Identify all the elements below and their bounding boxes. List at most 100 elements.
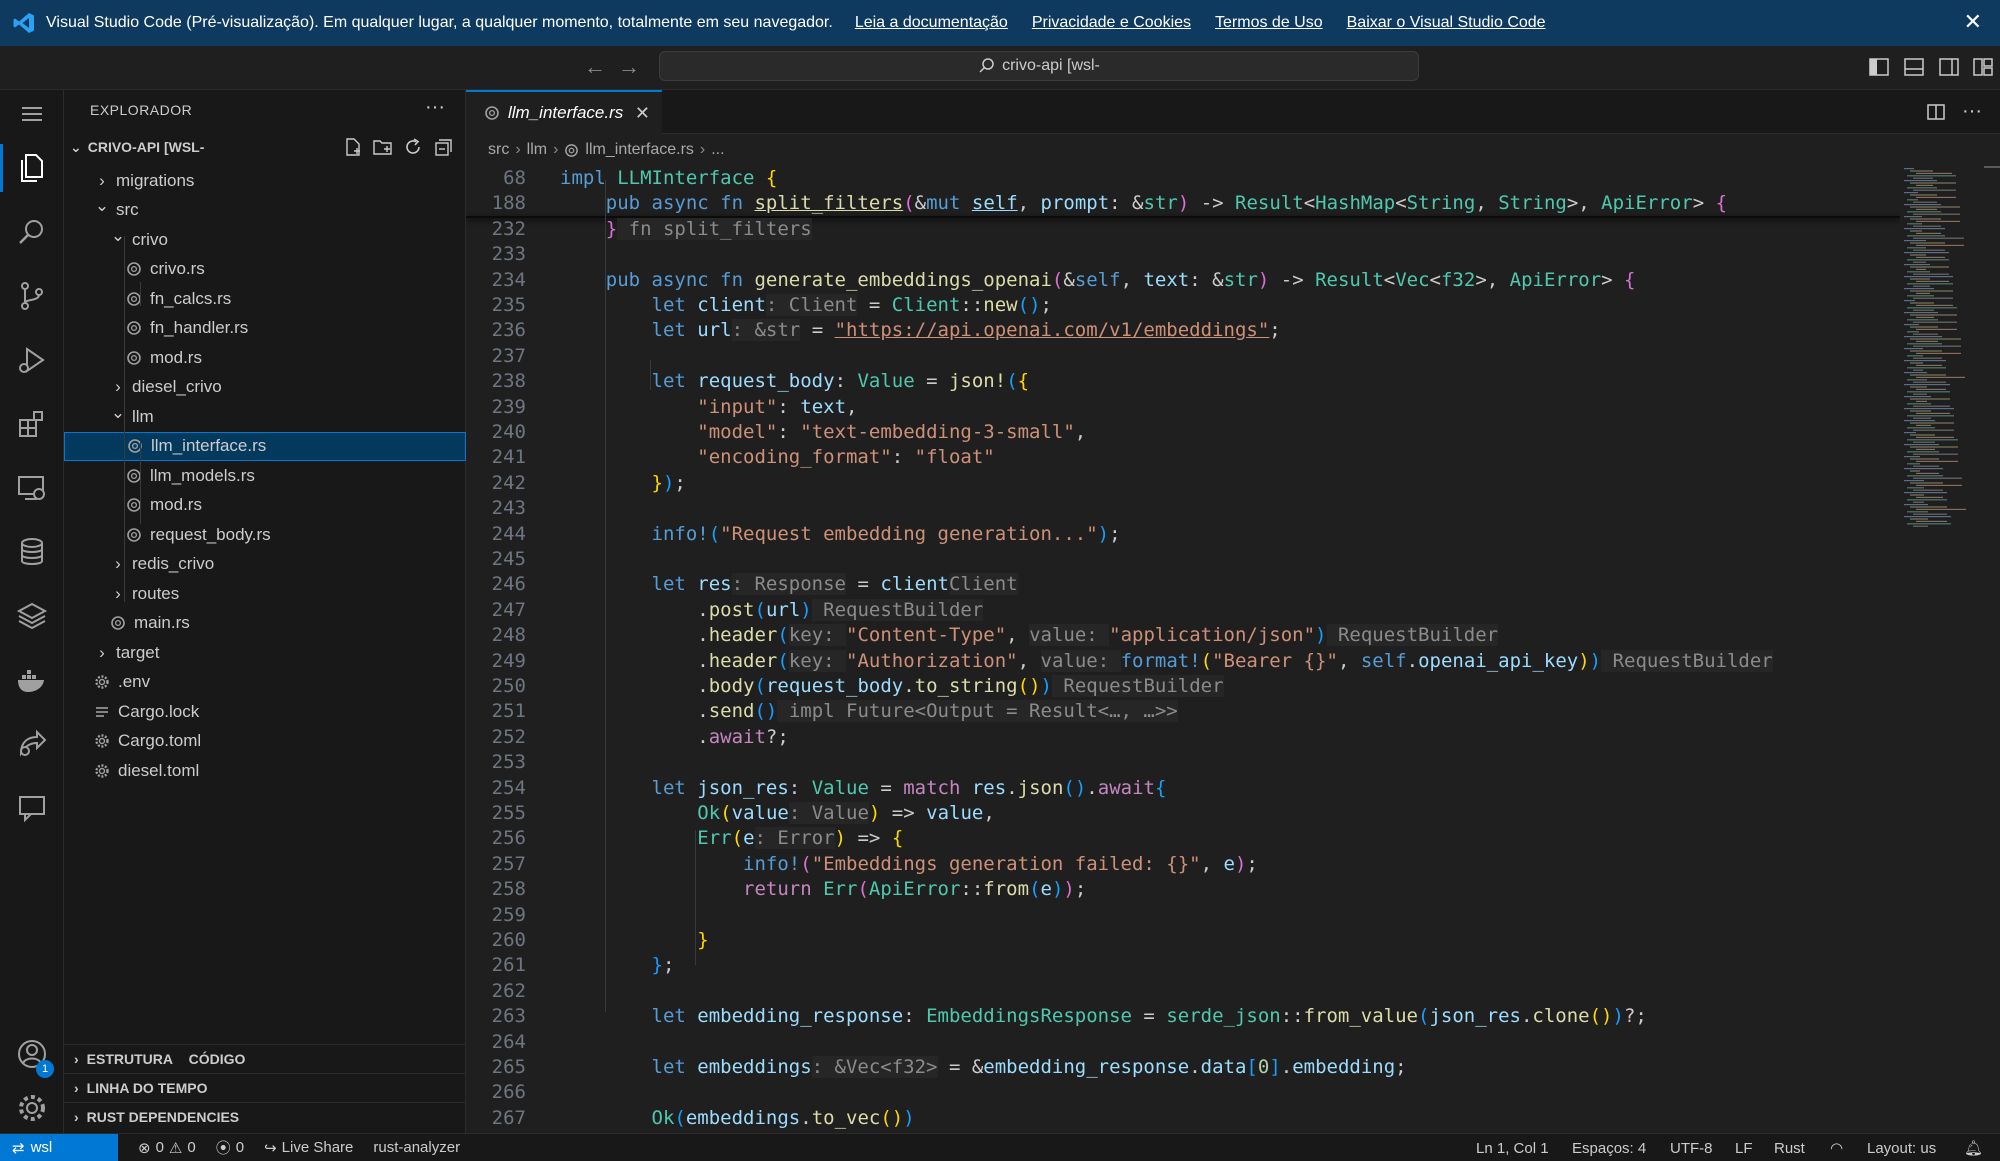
command-center-search[interactable]: crivo-api [wsl- [659, 51, 1419, 81]
code-line[interactable]: 244 info!("Request embedding generation.… [466, 522, 1900, 547]
workspace-root[interactable]: ⌄ CRIVO-API [WSL- [64, 134, 466, 160]
remote-explorer-icon[interactable] [14, 470, 50, 506]
code-line[interactable]: 254 let json_res: Value = match res.json… [466, 776, 1900, 801]
comments-icon[interactable] [14, 790, 50, 826]
notifications-bell-icon[interactable]: 🔔︎ [1964, 1134, 1983, 1161]
code-line[interactable]: 263 let embedding_response: EmbeddingsRe… [466, 1004, 1900, 1029]
cursor-position[interactable]: Ln 1, Col 1 [1476, 1134, 1549, 1161]
code-line[interactable]: 258 return Err(ApiError::from(e)); [466, 877, 1900, 902]
tree-file[interactable]: diesel.toml [64, 756, 466, 785]
tree-file[interactable]: .env [64, 668, 466, 697]
tree-file[interactable]: Cargo.toml [64, 727, 466, 756]
sticky-scroll-line[interactable]: 188 pub async fn split_filters(&mut self… [466, 191, 1900, 217]
code-line[interactable]: 237 [466, 344, 1900, 369]
code-line[interactable]: 245 [466, 547, 1900, 572]
breadcrumb-file[interactable]: llm_interface.rs [585, 141, 693, 159]
toggle-primary-sidebar-icon[interactable] [1868, 56, 1890, 78]
code-line[interactable]: 247 .post(url) RequestBuilder [466, 598, 1900, 623]
code-line[interactable]: 266 [466, 1080, 1900, 1105]
indentation[interactable]: Espaços: 4 [1572, 1134, 1646, 1161]
privacy-link[interactable]: Privacidade e Cookies [1032, 14, 1191, 32]
tree-folder[interactable]: › target [64, 638, 466, 667]
toggle-secondary-sidebar-icon[interactable] [1938, 56, 1960, 78]
breadcrumb-llm[interactable]: llm [527, 141, 547, 159]
sticky-scroll-line[interactable]: 68 impl LLMInterface { [466, 166, 1900, 192]
refresh-icon[interactable] [402, 136, 424, 158]
rust-dependencies-panel-header[interactable]: › RUST DEPENDENCIES [64, 1102, 466, 1131]
code-line[interactable]: 253 [466, 750, 1900, 775]
settings-gear-icon[interactable] [14, 1090, 50, 1126]
more-actions-icon[interactable]: ··· [425, 96, 445, 119]
code-line[interactable]: 252 .await?; [466, 725, 1900, 750]
code-line[interactable]: 248 .header(key: "Content-Type", value: … [466, 623, 1900, 648]
code-line[interactable]: 264 [466, 1030, 1900, 1055]
minimap[interactable] [1900, 166, 2000, 1133]
breadcrumb-src[interactable]: src [488, 141, 509, 159]
code-line[interactable]: 238 let request_body: Value = json!({ [466, 369, 1900, 394]
code-line[interactable]: 240 "model": "text-embedding-3-small", [466, 420, 1900, 445]
tab-llm-interface[interactable]: llm_interface.rs ✕ [466, 90, 662, 134]
toggle-panel-icon[interactable] [1903, 56, 1925, 78]
back-arrow-icon[interactable]: ← [584, 54, 606, 80]
search-icon[interactable] [14, 214, 50, 250]
code-line[interactable]: 236 let url: &str = "https://api.openai.… [466, 318, 1900, 343]
code-line[interactable]: 235 let client: Client = Client::new(); [466, 293, 1900, 318]
collapse-all-icon[interactable] [432, 136, 454, 158]
accounts-icon[interactable]: 1 [14, 1036, 54, 1078]
timeline-panel-header[interactable]: › LINHA DO TEMPO [64, 1073, 466, 1102]
ports-indicator[interactable]: ⦿ 0 [216, 1137, 244, 1158]
code-line[interactable]: 265 let embeddings: &Vec<f32> = &embeddi… [466, 1055, 1900, 1080]
code-line[interactable]: 234 pub async fn generate_embeddings_ope… [466, 268, 1900, 293]
code-line[interactable]: 259 [466, 903, 1900, 928]
code-editor[interactable]: 68 impl LLMInterface {188 pub async fn sp… [466, 166, 1900, 1133]
remote-indicator[interactable]: ⇄ wsl [0, 1133, 118, 1161]
code-line[interactable]: 261 }; [466, 953, 1900, 978]
code-line[interactable]: 241 "encoding_format": "float" [466, 445, 1900, 470]
code-line[interactable]: 249 .header(key: "Authorization", value:… [466, 649, 1900, 674]
code-line[interactable]: 233 [466, 242, 1900, 267]
code-line[interactable]: 262 [466, 979, 1900, 1004]
code-line[interactable]: 242 }); [466, 471, 1900, 496]
banner-close-icon[interactable]: ✕ [1964, 10, 1982, 34]
code-line[interactable]: 257 info!("Embeddings generation failed:… [466, 852, 1900, 877]
customize-layout-icon[interactable] [1972, 56, 1994, 78]
code-line[interactable]: 250 .body(request_body.to_string()) Requ… [466, 674, 1900, 699]
code-line[interactable]: 260 } [466, 928, 1900, 953]
code-line[interactable]: 255 Ok(value: Value) => value, [466, 801, 1900, 826]
run-debug-icon[interactable] [14, 342, 50, 378]
code-line[interactable]: 256 Err(e: Error) => { [466, 826, 1900, 851]
code-line[interactable]: 243 [466, 496, 1900, 521]
code-line[interactable]: 246 let res: Response = clientClient [466, 572, 1900, 597]
explorer-icon[interactable] [0, 144, 50, 192]
code-line[interactable]: 232 } fn split_filters [466, 217, 1900, 242]
code-line[interactable]: 267 Ok(embeddings.to_vec()) [466, 1106, 1900, 1131]
live-share-status[interactable]: ↪ Live Share [264, 1139, 353, 1157]
layers-icon[interactable] [14, 598, 50, 634]
tree-folder[interactable]: ⌄ src [64, 196, 466, 225]
code-line[interactable]: 239 "input": text, [466, 395, 1900, 420]
new-folder-icon[interactable] [372, 136, 394, 158]
docs-link[interactable]: Leia a documentação [855, 14, 1008, 32]
tab-close-icon[interactable]: ✕ [635, 103, 650, 124]
encoding[interactable]: UTF-8 [1670, 1134, 1713, 1161]
menu-icon[interactable] [14, 96, 50, 132]
keyboard-layout[interactable]: Layout: us [1867, 1134, 1936, 1161]
editor-more-actions-icon[interactable]: ··· [1962, 100, 1982, 123]
live-share-icon[interactable] [14, 726, 50, 762]
extensions-icon[interactable] [14, 406, 50, 442]
new-file-icon[interactable] [342, 136, 364, 158]
download-link[interactable]: Baixar o Visual Studio Code [1347, 14, 1546, 32]
tree-folder[interactable]: › migrations [64, 166, 466, 195]
tree-file[interactable]: main.rs [64, 609, 466, 638]
source-control-icon[interactable] [14, 278, 50, 314]
breadcrumb-symbol[interactable]: ... [711, 141, 724, 159]
docker-icon[interactable] [14, 662, 50, 698]
end-of-line[interactable]: LF [1735, 1134, 1753, 1161]
language-mode[interactable]: Rust [1774, 1134, 1805, 1161]
terms-link[interactable]: Termos de Uso [1215, 14, 1323, 32]
problems-indicator[interactable]: ⊗ 0 ⚠ 0 [138, 1139, 196, 1157]
code-line[interactable]: 251 .send() impl Future<Output = Result<… [466, 699, 1900, 724]
rust-analyzer-status[interactable]: rust-analyzer [373, 1139, 460, 1156]
forward-arrow-icon[interactable]: → [618, 54, 640, 80]
split-editor-icon[interactable] [1926, 102, 1946, 122]
